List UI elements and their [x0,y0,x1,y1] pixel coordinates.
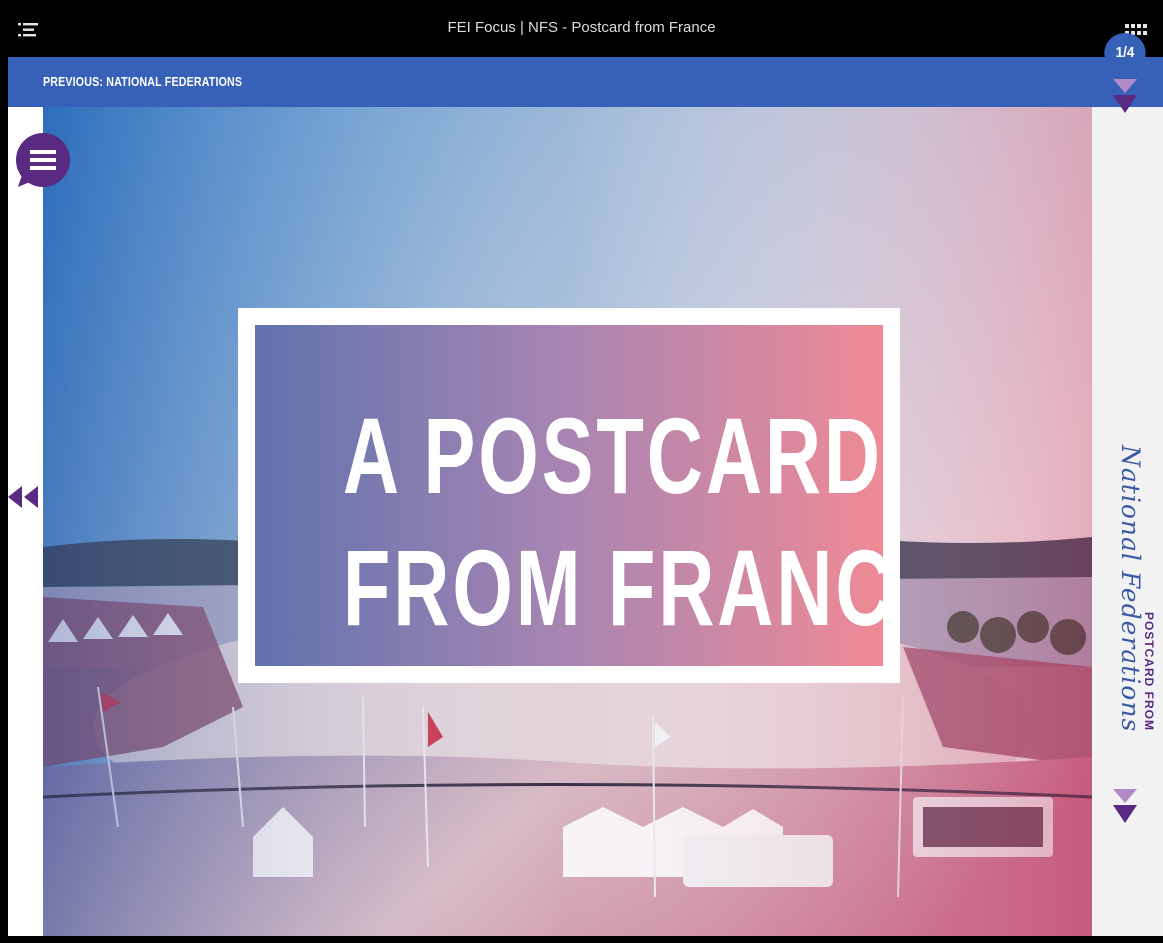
article-title-line-2: FROM FRANCE [342,527,883,648]
previous-article-bar[interactable]: PREVIOUS: NATIONAL FEDERATIONS [8,57,1163,107]
page-indicator: 1/4 [1104,33,1146,73]
next-page-arrow-icon[interactable] [1110,787,1140,829]
title-card: A POSTCARD FROM FRANCE [238,308,900,683]
chevron-down-icon[interactable] [1110,77,1140,119]
previous-article-link[interactable]: PREVIOUS: NATIONAL FEDERATIONS [43,74,242,89]
bottom-bar [0,936,1163,943]
top-bar: FEI Focus | NFS - Postcard from France [0,0,1163,57]
article-title-line-1: A POSTCARD [342,395,883,516]
app-window: FEI Focus | NFS - Postcard from France P… [0,0,1163,943]
hamburger-menu-icon[interactable] [14,131,72,189]
window-title: FEI Focus | NFS - Postcard from France [447,19,716,36]
section-title: National Federations [1116,445,1145,733]
title-card-panel: A POSTCARD FROM FRANCE [255,325,883,666]
section-subtitle: POSTCARD FROM [1142,612,1156,731]
rewind-icon[interactable] [8,484,40,510]
